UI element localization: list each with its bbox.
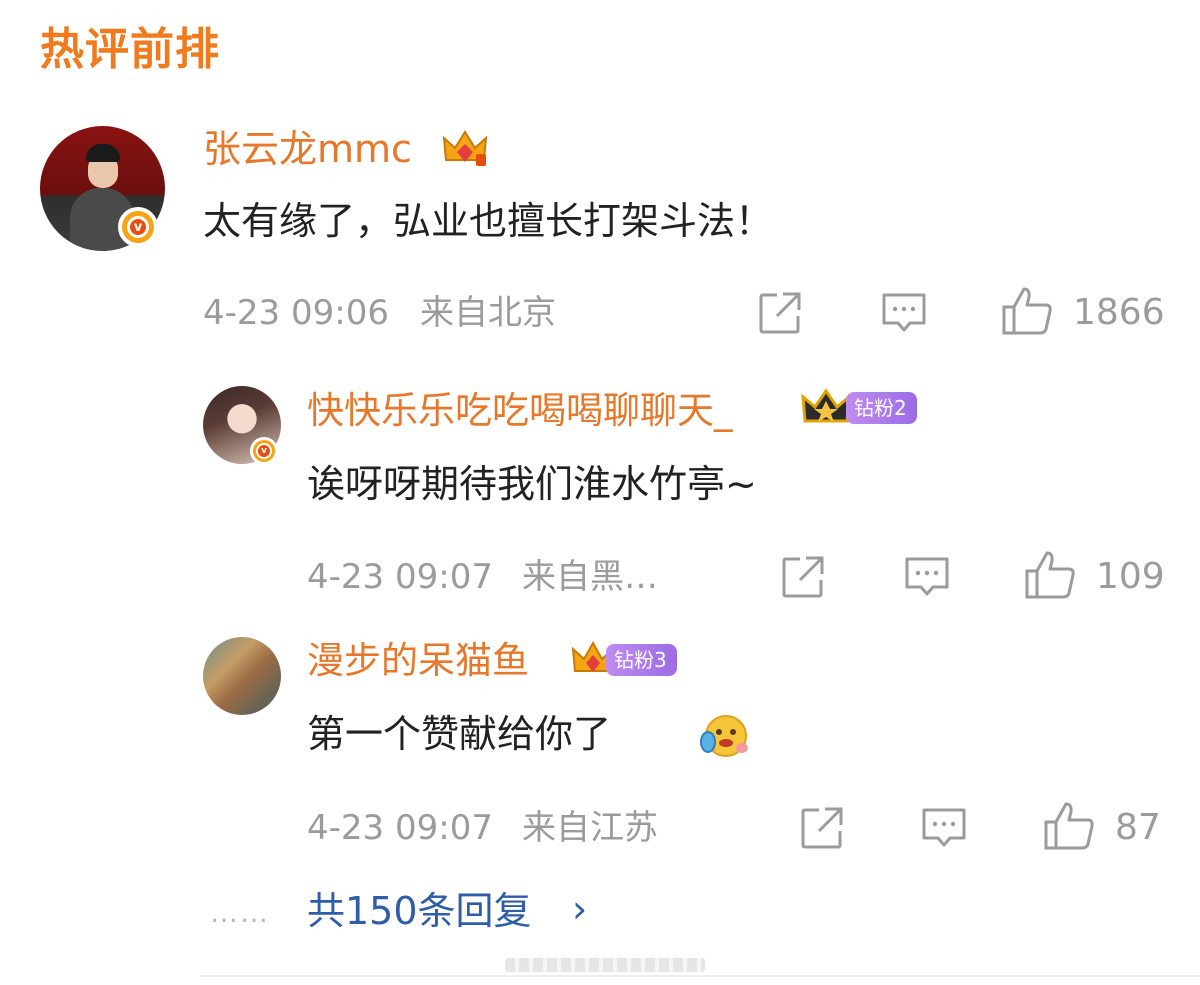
comment-time: 4-23 09:06 xyxy=(203,293,389,333)
section-title: 热评前排 xyxy=(40,24,220,75)
footer-blur xyxy=(505,958,705,972)
reply-location: 来自黑… xyxy=(522,557,658,597)
like-count: 1866 xyxy=(1073,292,1165,333)
reply-text: 第一个赞献给你了 xyxy=(307,712,612,756)
share-icon[interactable] xyxy=(799,805,845,851)
verified-badge-icon: v xyxy=(250,437,278,465)
verified-badge-icon: v xyxy=(118,207,158,247)
reply-username[interactable]: 漫步的呆猫鱼 xyxy=(307,638,529,684)
username[interactable]: 张云龙mmc xyxy=(203,126,412,172)
comment-location: 来自北京 xyxy=(420,293,556,333)
reply-text: 诶呀呀期待我们淮水竹亭~ xyxy=(307,462,757,506)
reply-username[interactable]: 快快乐乐吃吃喝喝聊聊天_ xyxy=(307,388,733,434)
view-all-replies-link[interactable]: 共150条回复 xyxy=(307,888,532,934)
comment-icon[interactable] xyxy=(880,290,928,336)
comment-icon[interactable] xyxy=(903,554,951,600)
comment-icon[interactable] xyxy=(920,805,968,851)
like-icon[interactable] xyxy=(1023,549,1077,601)
share-icon[interactable] xyxy=(757,290,803,336)
avatar[interactable] xyxy=(203,637,281,715)
like-count: 109 xyxy=(1096,556,1165,597)
fan-badge: 钻粉3 xyxy=(606,644,677,676)
like-icon[interactable] xyxy=(1042,800,1096,852)
comment-text: 太有缘了，弘业也擅长打架斗法！ xyxy=(203,199,774,243)
reply-time: 4-23 09:07 xyxy=(307,808,493,848)
crown-icon xyxy=(440,126,488,166)
share-icon[interactable] xyxy=(780,554,826,600)
crown-icon xyxy=(800,387,851,425)
more-dots: …… xyxy=(210,896,270,929)
chevron-right-icon[interactable]: › xyxy=(572,886,587,932)
like-count: 87 xyxy=(1115,807,1161,848)
reply-time: 4-23 09:07 xyxy=(307,557,493,597)
emoji-icon xyxy=(698,712,750,760)
reply-location: 来自江苏 xyxy=(522,808,658,848)
fan-badge: 钻粉2 xyxy=(846,392,917,424)
like-icon[interactable] xyxy=(1000,285,1054,337)
divider xyxy=(200,975,1200,977)
